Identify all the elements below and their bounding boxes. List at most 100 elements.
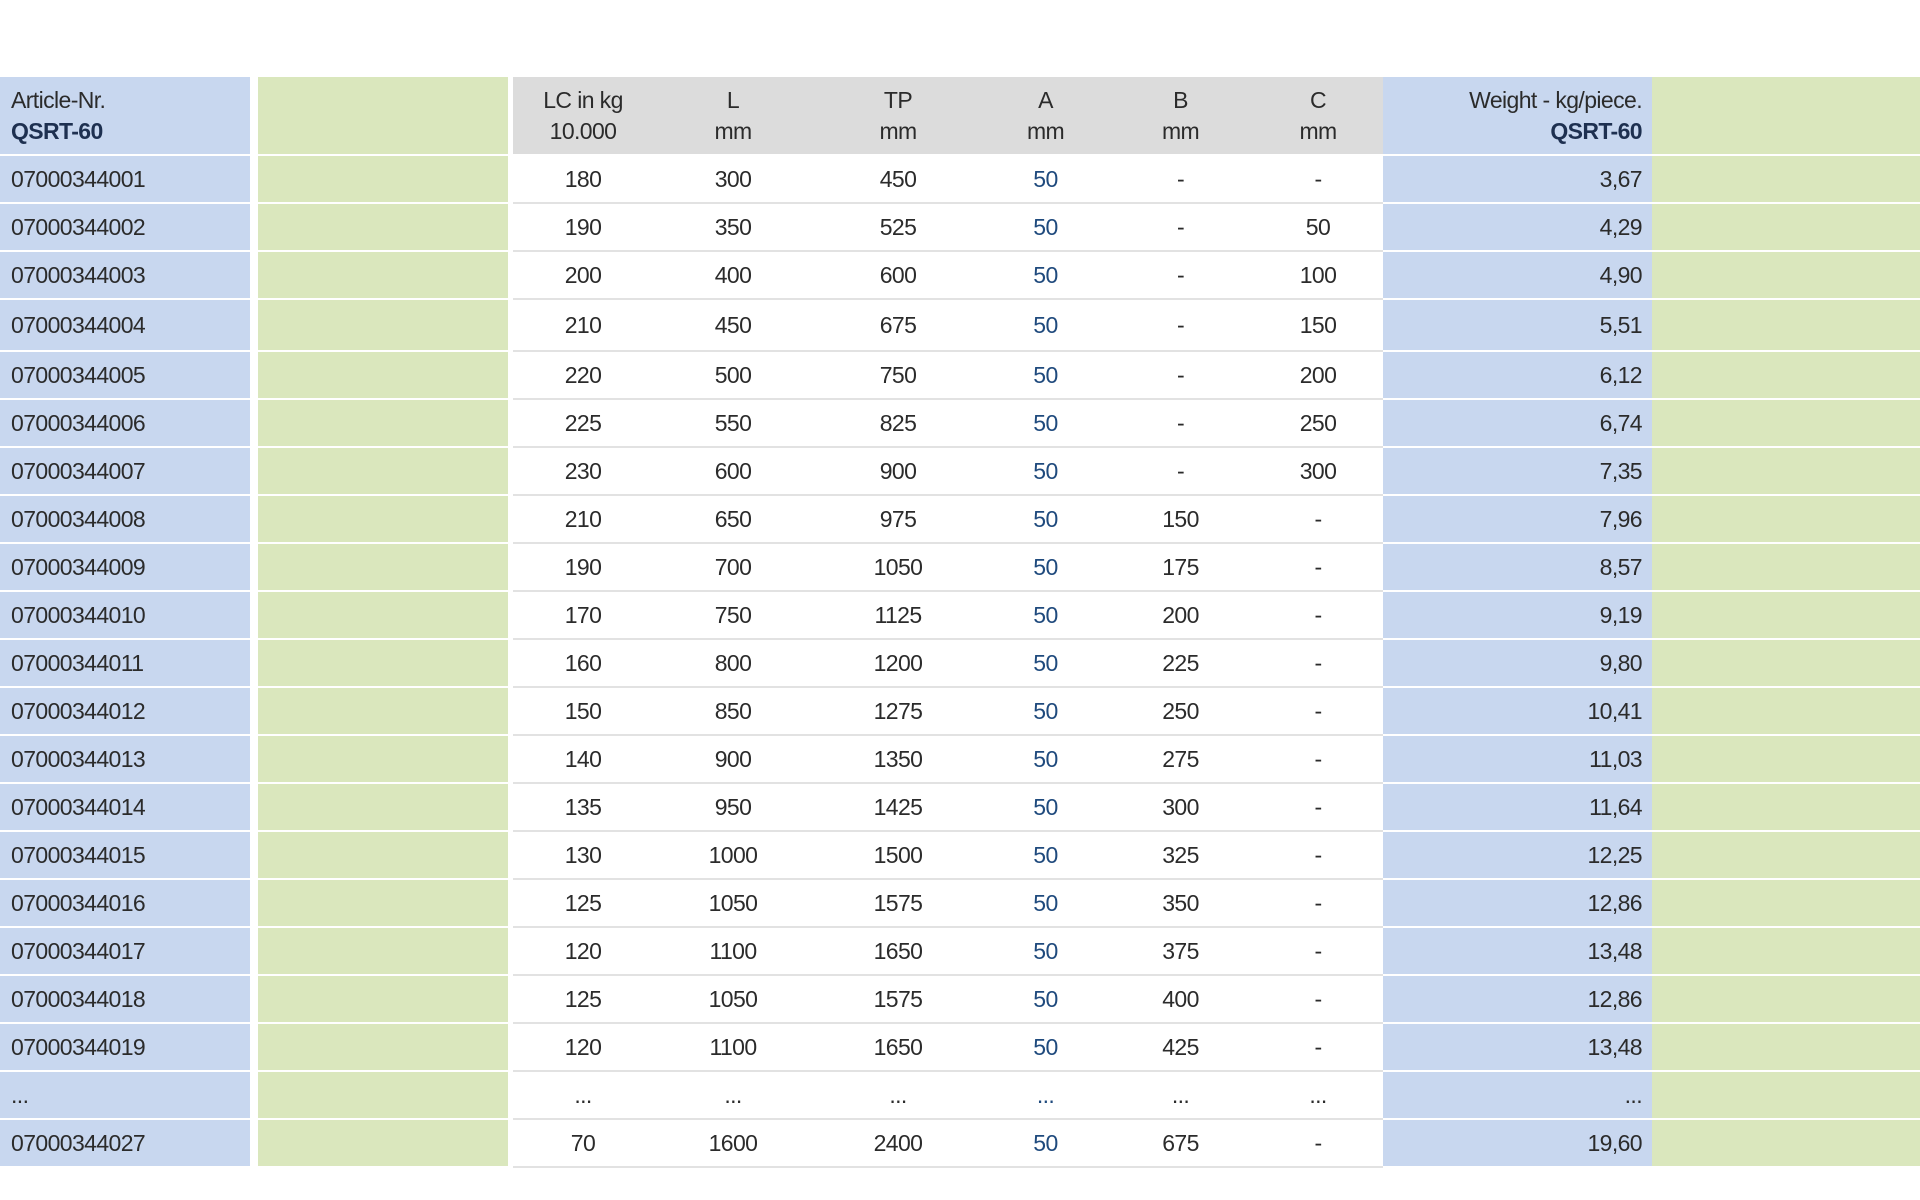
cell-tp: 750 xyxy=(813,351,983,400)
table-header-row: Article-Nr. QSRT-60 LC in kg 10.000 L mm… xyxy=(0,77,1920,156)
cell-weight: 8,57 xyxy=(1383,543,1652,592)
cell-weight: 10,41 xyxy=(1383,687,1652,736)
header-l: L mm xyxy=(653,77,813,156)
cell-c: - xyxy=(1253,783,1383,832)
cell-green-spacer-right xyxy=(1652,879,1920,928)
column-gap xyxy=(250,399,258,448)
column-gap xyxy=(250,927,258,976)
cell-c: - xyxy=(1253,975,1383,1024)
table-row: 07000344027 70 1600 2400 50 675-19,60 xyxy=(0,1119,1920,1168)
table-body: 07000344001 180 300 450 50- -3,67 07000344002 1… xyxy=(0,155,1920,1168)
header-tp-label: TP xyxy=(883,86,913,113)
table-row: 07000344008 210 650 975 50 150-7,96 xyxy=(0,495,1920,544)
header-weight-label: Weight - kg/piece. xyxy=(1469,86,1642,113)
header-a: A mm xyxy=(983,77,1108,156)
spec-table-container: Article-Nr. QSRT-60 LC in kg 10.000 L mm… xyxy=(0,77,1920,1168)
cell-tp: 975 xyxy=(813,495,983,544)
table-row: 07000344011 160 800 1200 50 225-9,80 xyxy=(0,639,1920,688)
cell-article: 07000344008 xyxy=(0,495,250,544)
table-row: 07000344019 120 1100 1650 50 425-13,48 xyxy=(0,1023,1920,1072)
header-article-sub: QSRT-60 xyxy=(11,117,103,144)
header-c: C mm xyxy=(1253,77,1383,156)
table-row: 07000344017 120 1100 1650 50 375-13,48 xyxy=(0,927,1920,976)
header-b-unit: mm xyxy=(1161,117,1200,144)
header-l-unit: mm xyxy=(714,117,752,144)
column-gap xyxy=(250,155,258,204)
cell-green-spacer-right xyxy=(1652,831,1920,880)
cell-weight: 19,60 xyxy=(1383,1119,1652,1168)
cell-c: - xyxy=(1253,879,1383,928)
cell-green-spacer xyxy=(258,879,508,928)
table-row: 07000344004 210 450 675 50-150 5,51 xyxy=(0,299,1920,352)
cell-a: 50 xyxy=(983,687,1108,736)
cell-article: 07000344018 xyxy=(0,975,250,1024)
table-row: 07000344014 135 950 1425 50 300-11,64 xyxy=(0,783,1920,832)
cell-lc: 225 xyxy=(513,399,653,448)
cell-b: 400 xyxy=(1108,975,1253,1024)
cell-lc: 230 xyxy=(513,447,653,496)
cell-tp: 1500 xyxy=(813,831,983,880)
cell-a: 50 xyxy=(983,591,1108,640)
cell-a: 50 xyxy=(983,639,1108,688)
cell-green-spacer xyxy=(258,735,508,784)
cell-a: 50 xyxy=(983,975,1108,1024)
table-row: 07000344005 220 500 750 50-200 6,12 xyxy=(0,351,1920,400)
cell-weight: 3,67 xyxy=(1383,155,1652,204)
cell-green-spacer-right xyxy=(1652,735,1920,784)
cell-c: - xyxy=(1253,591,1383,640)
cell-c: - xyxy=(1253,155,1383,204)
header-a-label: A xyxy=(1038,86,1053,113)
cell-l: 1600 xyxy=(653,1119,813,1168)
cell-lc: 120 xyxy=(513,1023,653,1072)
cell-l: 700 xyxy=(653,543,813,592)
cell-c: 250 xyxy=(1253,399,1383,448)
cell-tp: 600 xyxy=(813,251,983,300)
cell-lc: 135 xyxy=(513,783,653,832)
cell-b: 225 xyxy=(1108,639,1253,688)
cell-c: - xyxy=(1253,735,1383,784)
header-c-label: C xyxy=(1309,86,1327,113)
cell-weight: 11,64 xyxy=(1383,783,1652,832)
cell-green-spacer-right xyxy=(1652,495,1920,544)
cell-tp: 1125 xyxy=(813,591,983,640)
table-row: 07000344013 140 900 1350 50 275-11,03 xyxy=(0,735,1920,784)
cell-lc: 200 xyxy=(513,251,653,300)
cell-green-spacer xyxy=(258,543,508,592)
cell-tp: 900 xyxy=(813,447,983,496)
header-green-spacer xyxy=(258,77,508,156)
cell-tp: 1200 xyxy=(813,639,983,688)
column-gap xyxy=(250,783,258,832)
cell-weight: 5,51 xyxy=(1383,299,1652,352)
cell-b: - xyxy=(1108,299,1253,352)
cell-l: 350 xyxy=(653,203,813,252)
column-gap xyxy=(250,77,258,156)
cell-tp: 675 xyxy=(813,299,983,352)
column-gap xyxy=(250,495,258,544)
cell-weight: 12,25 xyxy=(1383,831,1652,880)
cell-green-spacer-right xyxy=(1652,351,1920,400)
header-c-unit: mm xyxy=(1299,117,1337,144)
cell-tp: 1575 xyxy=(813,975,983,1024)
cell-green-spacer xyxy=(258,975,508,1024)
cell-green-spacer-right xyxy=(1652,975,1920,1024)
cell-weight: 13,48 xyxy=(1383,1023,1652,1072)
cell-b: 200 xyxy=(1108,591,1253,640)
cell-b: - xyxy=(1108,399,1253,448)
cell-b: - xyxy=(1108,447,1253,496)
table-row: 07000344009 190 700 1050 50 175-8,57 xyxy=(0,543,1920,592)
column-gap xyxy=(250,251,258,300)
table-row: 07000344002 190 350 525 50-50 4,29 xyxy=(0,203,1920,252)
spec-table: Article-Nr. QSRT-60 LC in kg 10.000 L mm… xyxy=(0,77,1920,1168)
cell-weight: 6,12 xyxy=(1383,351,1652,400)
cell-lc: 210 xyxy=(513,495,653,544)
cell-c: - xyxy=(1253,927,1383,976)
cell-green-spacer xyxy=(258,447,508,496)
cell-l: 1100 xyxy=(653,927,813,976)
cell-weight: 7,96 xyxy=(1383,495,1652,544)
cell-article: 07000344011 xyxy=(0,639,250,688)
cell-b: 325 xyxy=(1108,831,1253,880)
header-b: B mm xyxy=(1108,77,1253,156)
column-gap xyxy=(250,735,258,784)
cell-a: 50 xyxy=(983,203,1108,252)
cell-c: - xyxy=(1253,687,1383,736)
